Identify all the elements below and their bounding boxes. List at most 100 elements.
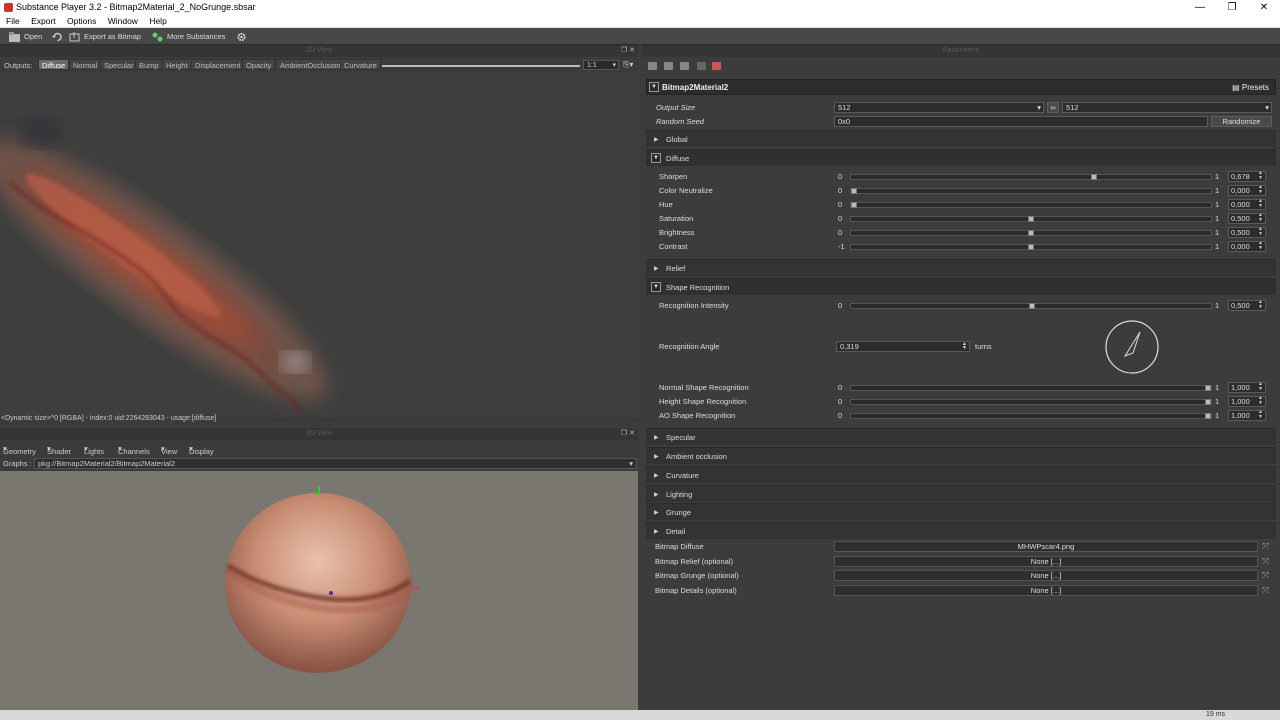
randomize-button[interactable]: Randomize xyxy=(1211,116,1272,127)
spinner-icon[interactable]: ▲ ▼ xyxy=(1258,396,1263,406)
random-seed-input[interactable]: 0x0 xyxy=(834,116,1208,127)
menu-file[interactable]: File xyxy=(0,15,23,26)
reload-button[interactable] xyxy=(52,30,67,43)
slider-knob[interactable] xyxy=(1028,244,1034,250)
spinner-icon[interactable]: ▲ ▼ xyxy=(1258,410,1263,420)
menu-shader[interactable]: Shader ▾ xyxy=(47,444,71,456)
tab-specular[interactable]: Specular xyxy=(100,59,138,70)
tab-displacement[interactable]: Displacement xyxy=(191,59,245,70)
save-preset-icon[interactable] xyxy=(648,62,657,70)
slider-knob[interactable] xyxy=(851,188,857,194)
tab-opacity[interactable]: Opacity xyxy=(242,59,276,70)
slider-track[interactable] xyxy=(850,230,1212,236)
slider-track[interactable] xyxy=(850,188,1212,194)
minimize-button[interactable]: — xyxy=(1184,0,1216,15)
angle-dial-icon[interactable] xyxy=(1103,318,1161,376)
menu-options[interactable]: Options xyxy=(61,15,99,26)
slider-knob[interactable] xyxy=(1205,399,1211,405)
export-preset-icon[interactable] xyxy=(680,62,689,70)
reset-icon[interactable] xyxy=(712,62,721,70)
spinner-icon[interactable]: ▲ ▼ xyxy=(1258,382,1263,392)
menu-help[interactable]: Help xyxy=(143,15,169,26)
section-detail[interactable]: ▶ Detail xyxy=(646,522,1276,539)
restore-button[interactable]: ❐ xyxy=(1216,0,1248,15)
recognition-angle-input[interactable]: 0,319 ▲ ▼ xyxy=(836,341,970,352)
slider-track[interactable] xyxy=(850,399,1212,405)
spinner-icon[interactable]: ▲ ▼ xyxy=(1258,171,1263,181)
slider-track[interactable] xyxy=(850,202,1212,208)
graphs-select[interactable]: pkg://Bitmap2Material2/Bitmap2Material2 ▾ xyxy=(34,458,637,469)
view-options-icon[interactable]: ⎘▾ xyxy=(623,60,633,70)
section-curvature[interactable]: ▶ Curvature xyxy=(646,466,1276,483)
undo-icon[interactable] xyxy=(697,62,706,70)
spinner-icon[interactable]: ▲ ▼ xyxy=(1258,300,1263,310)
slider-track[interactable] xyxy=(850,216,1212,222)
tab-curvature[interactable]: Curvature xyxy=(340,59,381,70)
zoom-slider[interactable] xyxy=(382,65,580,67)
collapse-toggle-icon[interactable]: ▼ xyxy=(649,82,659,92)
open-button[interactable]: Open xyxy=(9,30,42,43)
zoom-select[interactable]: 1:1 ▾ xyxy=(583,60,619,70)
menu-lights[interactable]: Lights ▾ xyxy=(84,444,104,456)
close-button[interactable]: ✕ xyxy=(1248,0,1280,15)
slider-knob[interactable] xyxy=(1205,413,1211,419)
slider-track[interactable] xyxy=(850,244,1212,250)
spinner-icon[interactable]: ▲ ▼ xyxy=(1258,227,1263,237)
clear-bitmap-icon[interactable]: ⤧ xyxy=(1262,585,1269,596)
clear-bitmap-icon[interactable]: ⤧ xyxy=(1262,570,1269,581)
tab-ambient-occlusion[interactable]: AmbientOcclusion xyxy=(276,59,345,70)
output-size-height-select[interactable]: 512 ▾ xyxy=(1062,102,1272,113)
section-shape-recognition[interactable]: ▼ Shape Recognition xyxy=(646,278,1276,295)
clear-bitmap-icon[interactable]: ⤧ xyxy=(1262,556,1269,567)
section-global[interactable]: ▶ Global xyxy=(646,130,1276,147)
menu-export[interactable]: Export xyxy=(25,15,59,26)
slider-knob[interactable] xyxy=(1029,303,1035,309)
tab-diffuse[interactable]: Diffuse xyxy=(38,59,70,70)
slider-track[interactable] xyxy=(850,413,1212,419)
tab-normal[interactable]: Normal xyxy=(69,59,102,70)
collapse-icon: ▼ xyxy=(651,282,661,292)
menu-geometry[interactable]: Geometry ▾ xyxy=(3,444,36,456)
bitmap-file-field[interactable]: MHWPscar4.png xyxy=(834,541,1258,552)
spinner-icon[interactable]: ▲ ▼ xyxy=(1258,241,1263,251)
2d-texture-view[interactable] xyxy=(0,72,638,417)
slider-track[interactable] xyxy=(850,303,1212,309)
slider-knob[interactable] xyxy=(1205,385,1211,391)
section-grunge[interactable]: ▶ Grunge xyxy=(646,503,1276,520)
slider-knob[interactable] xyxy=(851,202,857,208)
menu-channels[interactable]: Channels ▾ xyxy=(118,444,150,456)
section-relief[interactable]: ▶ Relief xyxy=(646,259,1276,276)
section-ambient-occlusion[interactable]: ▶ Ambient occlusion xyxy=(646,447,1276,464)
section-lighting[interactable]: ▶ Lighting xyxy=(646,485,1276,502)
3d-viewport[interactable] xyxy=(0,471,638,710)
slider-knob[interactable] xyxy=(1091,174,1097,180)
slider-track[interactable] xyxy=(850,174,1212,180)
material-header[interactable]: ▼ Bitmap2Material2 ▤ Presets xyxy=(646,79,1276,95)
slider-knob[interactable] xyxy=(1028,216,1034,222)
section-diffuse[interactable]: ▼ Diffuse xyxy=(646,149,1276,166)
link-size-icon[interactable]: ∞ xyxy=(1047,102,1059,113)
bitmap-file-field[interactable]: None [...] xyxy=(834,555,1258,567)
bitmap-file-field[interactable]: None [...] xyxy=(834,584,1258,596)
settings-button[interactable] xyxy=(236,30,251,43)
spinner-icon[interactable]: ▲ ▼ xyxy=(1258,185,1263,195)
section-specular[interactable]: ▶ Specular xyxy=(646,428,1276,445)
more-substances-button[interactable]: More Substances xyxy=(152,30,225,43)
float-close-icon[interactable]: ❐ ✕ xyxy=(621,45,635,57)
spinner-icon[interactable]: ▲ ▼ xyxy=(1258,199,1263,209)
load-preset-icon[interactable] xyxy=(664,62,673,70)
bitmap-file-field[interactable]: None [...] xyxy=(834,570,1258,582)
presets-button[interactable]: ▤ Presets xyxy=(1232,83,1269,92)
spinner-icon[interactable]: ▲ ▼ xyxy=(1258,213,1263,223)
menu-display[interactable]: Display ▾ xyxy=(189,444,214,456)
float-close-icon[interactable]: ❐ ✕ xyxy=(621,428,635,440)
slider-knob[interactable] xyxy=(1028,230,1034,236)
menu-view[interactable]: View ▾ xyxy=(161,444,177,456)
slider-track[interactable] xyxy=(850,385,1212,391)
clear-bitmap-icon[interactable]: ⤧ xyxy=(1262,541,1269,552)
tab-height[interactable]: Height xyxy=(162,59,192,70)
menu-window[interactable]: Window xyxy=(102,15,141,26)
tab-bump[interactable]: Bump xyxy=(135,59,163,70)
export-bitmap-button[interactable]: Export as Bitmap xyxy=(69,30,141,43)
output-size-width-select[interactable]: 512 ▾ xyxy=(834,102,1044,113)
